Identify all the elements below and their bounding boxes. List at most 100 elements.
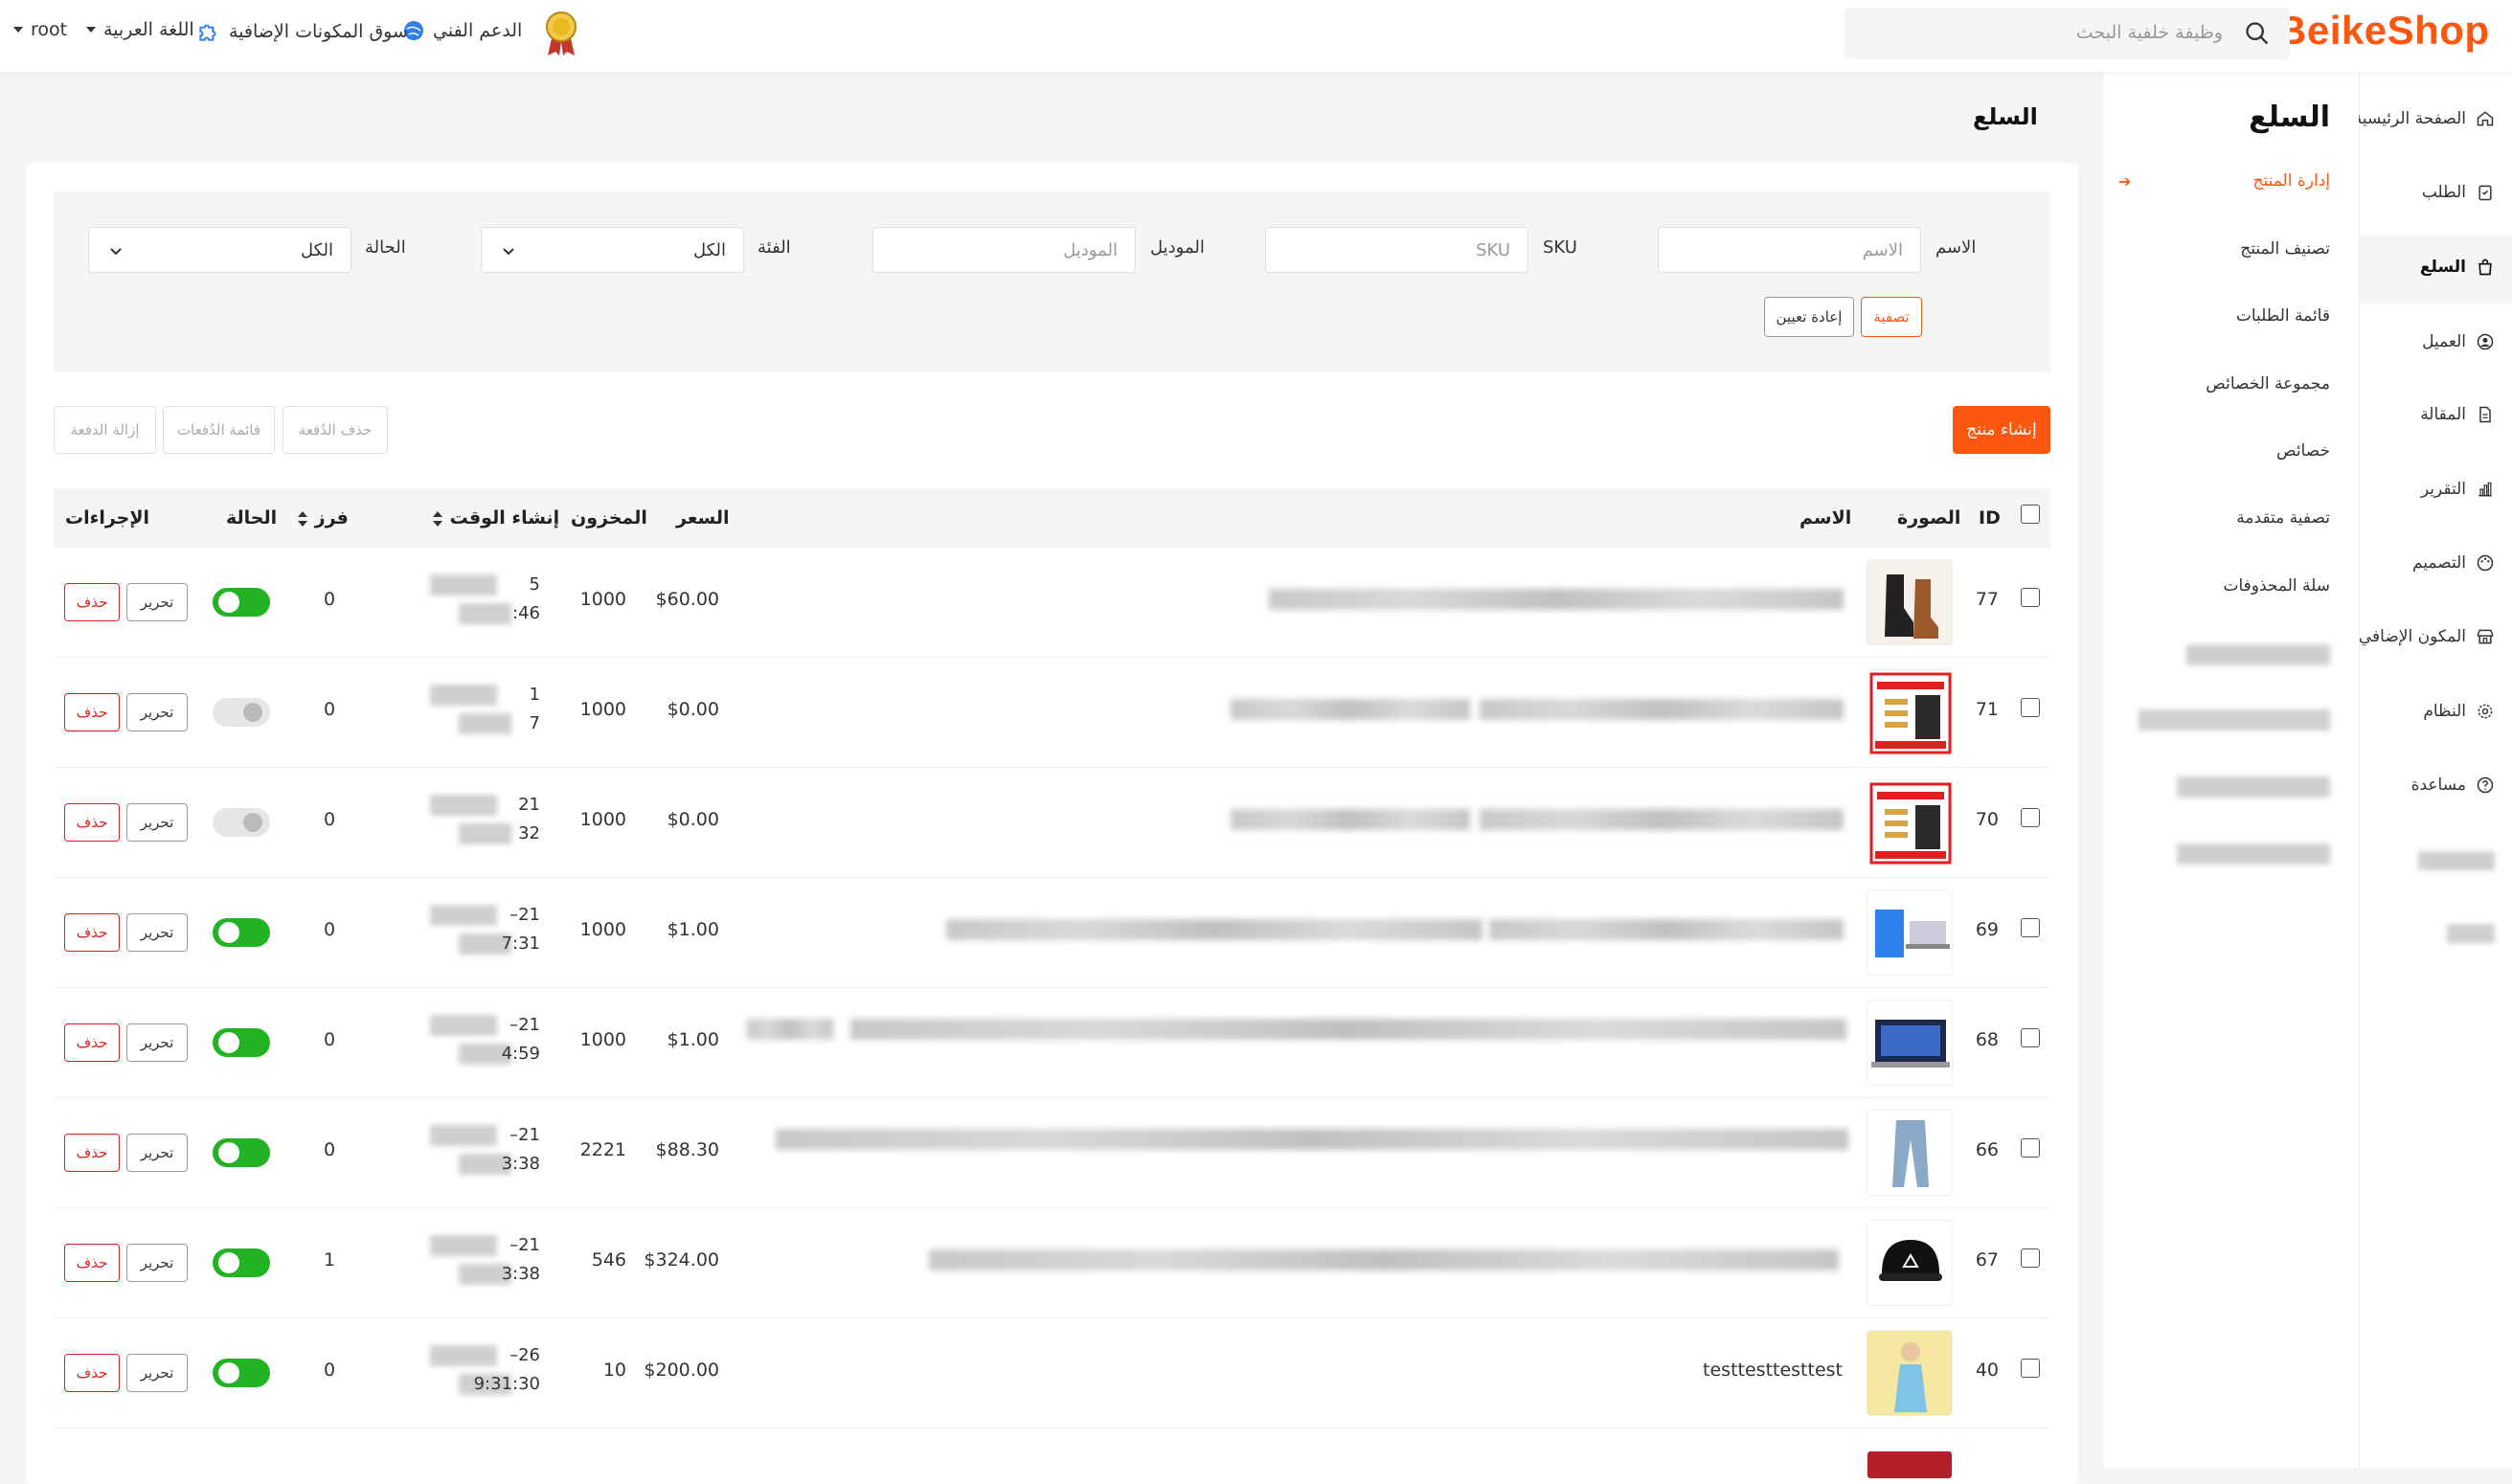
col-sort[interactable]: فرز (295, 507, 349, 528)
sidebar-item-blurred[interactable] (2447, 914, 2495, 953)
subnav-item-attribute-groups[interactable]: مجموعة الخصائص (2206, 374, 2330, 393)
user-label: root (31, 19, 68, 40)
product-name-blurred[interactable] (1269, 589, 1844, 610)
product-name-blurred[interactable] (747, 1019, 833, 1040)
row-checkbox[interactable] (2021, 918, 2040, 937)
sidebar-item-design[interactable]: التصميم (2412, 544, 2495, 582)
product-name-blurred[interactable] (1231, 699, 1470, 720)
edit-button[interactable]: تحرير (126, 1244, 188, 1282)
select-all-checkbox[interactable] (2021, 505, 2040, 524)
product-name-blurred[interactable] (1480, 699, 1844, 720)
table-header: ID الصورة الاسم السعر المخزون إنشاء الوق… (54, 488, 2050, 548)
delete-button[interactable]: حذف (64, 693, 120, 731)
product-name-blurred[interactable] (946, 919, 1482, 940)
sidebar-item-orders[interactable]: الطلب (2422, 173, 2495, 212)
status-select[interactable]: الكل (88, 227, 351, 273)
col-created[interactable]: إنشاء الوقت (430, 507, 559, 528)
status-toggle[interactable] (213, 1248, 270, 1277)
product-price: $0.00 (667, 699, 719, 720)
batch-list-button[interactable]: قائمة الدُفعات (163, 406, 275, 454)
batch-remove-button[interactable]: إزالة الدفعة (54, 406, 156, 454)
top-header: BeikeShop وظيفة خلفية البحث الدعم الفني … (0, 0, 2512, 72)
user-dropdown[interactable]: root (13, 19, 67, 40)
edit-button[interactable]: تحرير (126, 803, 188, 842)
sidebar-item-plugins[interactable]: المكون الإضافي (2359, 618, 2495, 656)
filter-button[interactable]: تصفية (1861, 297, 1922, 337)
subnav-item-blurred[interactable] (2177, 776, 2330, 802)
edit-button[interactable]: تحرير (126, 1354, 188, 1392)
toggle-knob (218, 1032, 239, 1053)
table-row-partial (54, 1448, 2050, 1479)
sidebar-item-reports[interactable]: التقرير (2421, 470, 2495, 508)
created-time-part1: –26 (509, 1345, 540, 1365)
model-input[interactable]: الموديل (872, 227, 1136, 273)
product-name-blurred[interactable] (1231, 809, 1470, 830)
edit-button[interactable]: تحرير (126, 1023, 188, 1062)
category-select[interactable]: الكل (481, 227, 744, 273)
product-name-blurred[interactable] (1480, 809, 1844, 830)
status-toggle[interactable] (213, 698, 270, 727)
reset-button[interactable]: إعادة تعيين (1764, 297, 1854, 337)
status-toggle[interactable] (213, 588, 270, 617)
edit-button[interactable]: تحرير (126, 913, 188, 952)
subnav-item-trash[interactable]: سلة المحذوفات (2223, 576, 2330, 596)
row-checkbox[interactable] (2021, 1138, 2040, 1158)
product-name-blurred[interactable] (776, 1129, 1848, 1150)
sidebar-item-blurred[interactable] (2418, 842, 2495, 880)
row-checkbox[interactable] (2021, 1028, 2040, 1047)
status-toggle[interactable] (213, 918, 270, 947)
subnav-item-order-list[interactable]: قائمة الطلبات (2236, 306, 2330, 326)
product-name-blurred[interactable] (850, 1019, 1846, 1040)
plugin-market-link[interactable]: سوق المكونات الإضافية (196, 19, 408, 44)
product-name-blurred[interactable] (1489, 919, 1844, 940)
support-link[interactable]: الدعم الفني (402, 19, 522, 42)
sku-input[interactable]: SKU (1265, 227, 1528, 273)
product-name[interactable]: testtesttesttest (1703, 1360, 1843, 1381)
row-checkbox[interactable] (2021, 698, 2040, 717)
product-name-blurred[interactable] (929, 1249, 1839, 1270)
row-checkbox[interactable] (2021, 1248, 2040, 1268)
delete-button[interactable]: حذف (64, 583, 120, 621)
subnav-item-blurred[interactable] (2177, 843, 2330, 869)
name-input[interactable]: الاسم (1658, 227, 1921, 273)
edit-button[interactable]: تحرير (126, 693, 188, 731)
create-product-button[interactable]: إنشاء منتج (1953, 406, 2050, 454)
sidebar-item-home[interactable]: الصفحة الرئيسية (2354, 100, 2495, 138)
row-checkbox[interactable] (2021, 588, 2040, 607)
delete-button[interactable]: حذف (64, 1023, 120, 1062)
sidebar-item-products[interactable]: السلع (2420, 248, 2495, 286)
edit-button[interactable]: تحرير (126, 583, 188, 621)
status-toggle[interactable] (213, 1028, 270, 1057)
row-checkbox[interactable] (2021, 808, 2040, 827)
delete-button[interactable]: حذف (64, 1354, 120, 1392)
sidebar-item-articles[interactable]: المقالة (2420, 395, 2495, 434)
delete-button[interactable]: حذف (64, 1134, 120, 1172)
subnav-item-attributes[interactable]: خصائص (2276, 441, 2330, 461)
product-stock: 10 (602, 1360, 626, 1381)
batch-delete-button[interactable]: حذف الدُفعة (283, 406, 388, 454)
edit-button[interactable]: تحرير (126, 1134, 188, 1172)
product-thumbnail (1867, 779, 1953, 866)
search-box[interactable]: وظيفة خلفية البحث (1844, 8, 2290, 59)
sidebar-item-system[interactable]: النظام (2423, 692, 2495, 731)
search-icon[interactable] (2244, 20, 2271, 47)
subnav-item-blurred[interactable] (2186, 644, 2330, 670)
subnav-item-categories[interactable]: تصنيف المنتج (2240, 239, 2330, 259)
sort-icon (298, 510, 307, 527)
delete-button[interactable]: حذف (64, 1244, 120, 1282)
status-toggle[interactable] (213, 1359, 270, 1387)
subnav-item-product-management[interactable]: إدارة المنتج (2252, 171, 2330, 191)
sidebar-item-customers[interactable]: العميل (2422, 323, 2495, 361)
delete-button[interactable]: حذف (64, 913, 120, 952)
logo[interactable]: BeikeShop (2277, 8, 2490, 54)
subnav-item-advanced-filter[interactable]: تصفية متقدمة (2236, 508, 2330, 528)
product-id: 66 (1975, 1139, 1999, 1160)
row-checkbox[interactable] (2021, 1359, 2040, 1378)
sidebar-item-help[interactable]: مساعدة (2411, 766, 2495, 804)
subnav-item-blurred[interactable] (2139, 709, 2330, 735)
plugin-market-label: سوق المكونات الإضافية (229, 21, 408, 42)
delete-button[interactable]: حذف (64, 803, 120, 842)
status-toggle[interactable] (213, 1138, 270, 1167)
status-toggle[interactable] (213, 808, 270, 837)
language-dropdown[interactable]: اللغة العربية (86, 19, 194, 40)
